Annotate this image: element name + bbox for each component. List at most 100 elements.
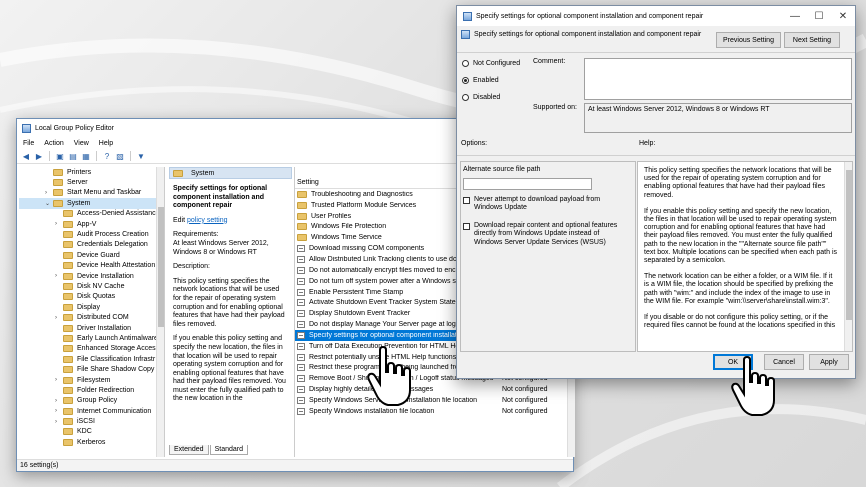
setting-row[interactable]: Specify Windows installation file locati… — [295, 406, 575, 417]
close-icon[interactable]: ✕ — [831, 6, 855, 26]
comment-textarea[interactable] — [584, 58, 852, 100]
tree-item[interactable]: KDC — [19, 427, 164, 437]
expander-icon[interactable]: ⌄ — [45, 200, 53, 207]
tree-item[interactable]: Display — [19, 302, 164, 312]
expander-icon[interactable]: › — [55, 377, 63, 383]
folder-icon — [297, 234, 307, 242]
help-scrollbar[interactable] — [844, 162, 852, 351]
help-icon[interactable]: ? — [102, 151, 112, 161]
tree-item[interactable]: Folder Redirection — [19, 385, 164, 395]
radio-not-configured[interactable]: Not Configured — [462, 60, 520, 67]
folder-icon — [173, 169, 183, 177]
tree-item[interactable]: Early Launch Antimalware — [19, 333, 164, 343]
properties-icon[interactable]: ▧ — [115, 151, 125, 161]
tree-item[interactable]: › Group Policy — [19, 396, 164, 406]
folder-icon — [63, 251, 73, 259]
download-from-wu-checkbox[interactable]: Download repair content and optional fea… — [463, 222, 623, 247]
tree-item[interactable]: Enhanced Storage Access — [19, 344, 164, 354]
tree-item-label: Start Menu and Taskbar — [67, 189, 142, 197]
tree-item[interactable]: Credentials Delegation — [19, 240, 164, 250]
hand-cursor-icon — [367, 346, 411, 406]
dialog-subheader: Specify settings for optional component … — [461, 30, 701, 39]
checkbox-box[interactable] — [463, 223, 470, 230]
tree-item[interactable]: Disk Quotas — [19, 292, 164, 302]
checkbox-box[interactable] — [463, 197, 470, 204]
filter-icon[interactable]: ▼ — [136, 151, 146, 161]
expander-icon[interactable]: › — [55, 221, 63, 227]
expander-icon[interactable]: › — [55, 315, 63, 321]
tree-item[interactable]: Disk NV Cache — [19, 281, 164, 291]
tree-item[interactable]: › Distributed COM — [19, 312, 164, 322]
tree-item[interactable]: Server — [19, 177, 164, 187]
tree-item[interactable]: ⌄ System — [19, 198, 164, 209]
tree-item-label: Device Guard — [77, 251, 120, 259]
tree-item[interactable]: Audit Process Creation — [19, 229, 164, 239]
tree-item[interactable]: Kerberos — [19, 437, 164, 447]
tree-item[interactable]: Device Health Attestation — [19, 261, 164, 271]
tree-item[interactable]: › iSCSI — [19, 416, 164, 426]
tree-item[interactable]: › App-V — [19, 219, 164, 229]
tree-item-label: System — [67, 199, 91, 207]
expander-icon[interactable]: › — [55, 419, 63, 425]
edit-policy-link[interactable]: policy setting — [187, 217, 227, 224]
menu-help[interactable]: Help — [99, 140, 113, 147]
tab-extended[interactable]: Extended — [169, 445, 209, 455]
tree-item-label: Printers — [67, 168, 92, 176]
minimize-icon[interactable]: — — [783, 6, 807, 26]
tree-item[interactable]: › Internet Communication — [19, 406, 164, 416]
show-hide-tree-icon[interactable]: ▤ — [68, 151, 78, 161]
radio-enabled[interactable]: Enabled — [462, 77, 499, 84]
folder-icon — [63, 272, 73, 280]
menu-file[interactable]: File — [23, 140, 34, 147]
apply-button[interactable]: Apply — [809, 354, 849, 370]
maximize-icon[interactable]: ☐ — [807, 6, 831, 26]
tree-item-label: Disk Quotas — [77, 293, 116, 301]
radio-disabled[interactable]: Disabled — [462, 94, 500, 101]
setting-row[interactable]: Specify Windows Service Pack installatio… — [295, 395, 575, 406]
tree-item[interactable]: Driver Installation — [19, 323, 164, 333]
tree-item[interactable]: File Share Shadow Copy — [19, 364, 164, 374]
folder-icon — [63, 366, 73, 374]
export-list-icon[interactable]: ▦ — [81, 151, 91, 161]
menu-view[interactable]: View — [74, 140, 89, 147]
forward-arrow-icon[interactable]: ▶ — [34, 151, 44, 161]
up-folder-icon[interactable]: ▣ — [55, 151, 65, 161]
tree-item[interactable]: Printers — [19, 167, 164, 177]
radio-circle[interactable] — [462, 77, 469, 84]
tree-item[interactable]: › Filesystem — [19, 375, 164, 385]
tree-scrollbar-thumb[interactable] — [158, 207, 164, 327]
folder-icon — [63, 386, 73, 394]
help-p1: This policy setting specifies the networ… — [644, 167, 832, 199]
setting-row[interactable]: Display highly detailed status messages N… — [295, 384, 575, 395]
toolbar-separator — [49, 151, 50, 161]
tab-standard[interactable]: Standard — [209, 445, 249, 455]
tree-scrollbar[interactable] — [156, 167, 164, 457]
expander-icon[interactable]: › — [55, 273, 63, 279]
tree-item[interactable]: › Device Installation — [19, 271, 164, 281]
tree-item-label: Credentials Delegation — [77, 241, 148, 249]
expander-icon[interactable]: › — [45, 190, 53, 196]
tree-item-label: Server — [67, 179, 88, 187]
tree-item[interactable]: › Start Menu and Taskbar — [19, 188, 164, 198]
tree-item-label: Audit Process Creation — [77, 231, 149, 239]
alt-source-input[interactable] — [463, 178, 592, 190]
setting-name-cell: Specify Windows installation file locati… — [297, 407, 502, 415]
help-p3: The network location can be either a fol… — [644, 273, 834, 305]
radio-circle[interactable] — [462, 94, 469, 101]
folder-icon — [63, 241, 73, 249]
never-download-checkbox[interactable]: Never attempt to download payload from W… — [463, 196, 613, 213]
next-setting-button[interactable]: Next Setting — [784, 32, 840, 48]
help-scrollbar-thumb[interactable] — [846, 170, 852, 320]
tree-item[interactable]: File Classification Infrastr — [19, 354, 164, 364]
expander-icon[interactable]: › — [55, 408, 63, 414]
previous-setting-button[interactable]: Previous Setting — [716, 32, 781, 48]
radio-circle[interactable] — [462, 60, 469, 67]
back-arrow-icon[interactable]: ◀ — [21, 151, 31, 161]
tree-item[interactable]: Device Guard — [19, 250, 164, 260]
tree-item[interactable]: Access-Denied Assistance — [19, 209, 164, 219]
tree-item-label: File Share Shadow Copy — [77, 366, 155, 374]
expander-icon[interactable]: › — [55, 398, 63, 404]
description-header: System — [169, 167, 292, 179]
menu-action[interactable]: Action — [44, 140, 63, 147]
tree-item-label: Early Launch Antimalware — [77, 334, 158, 342]
